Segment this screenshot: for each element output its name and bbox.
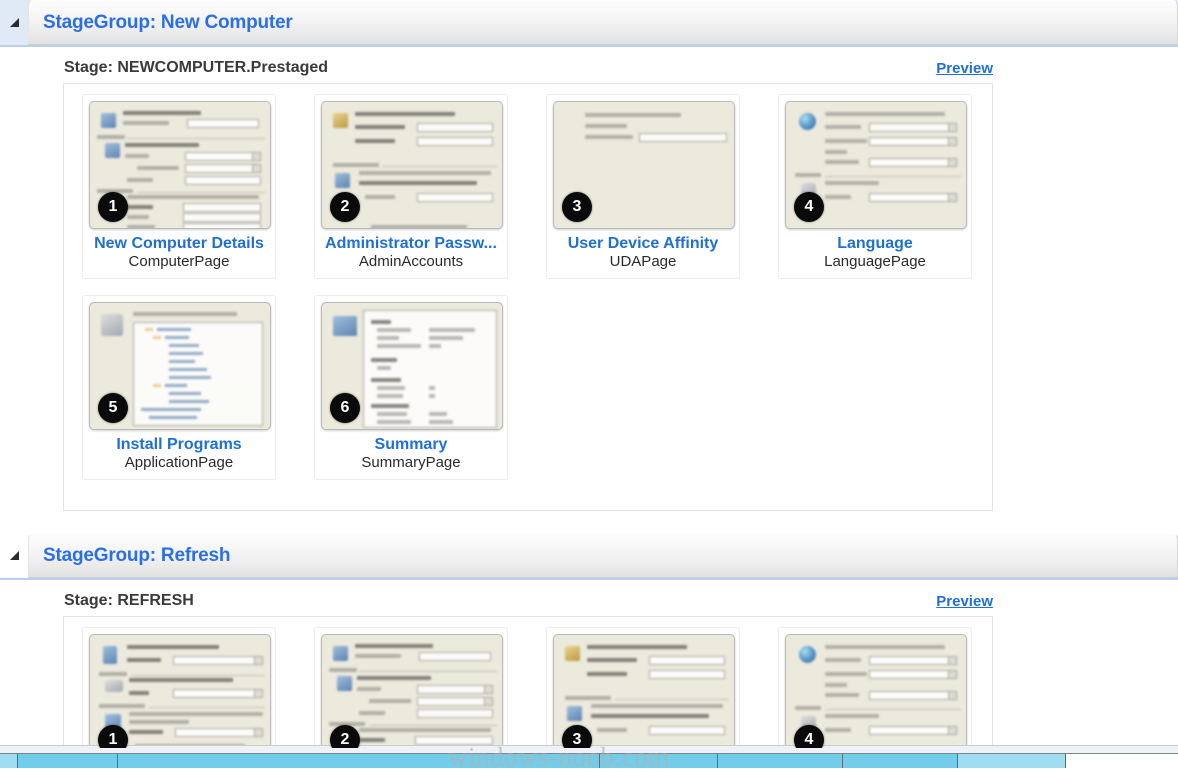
stage-card-subtitle: ComputerPage bbox=[128, 253, 230, 270]
stage-card-language[interactable]: 4 Language LanguagePage bbox=[778, 94, 972, 279]
table-cell-empty bbox=[1066, 754, 1178, 768]
table-cell[interactable] bbox=[958, 754, 1066, 768]
stage-thumbnail-container-refresh: 1 Volume bbox=[63, 616, 993, 748]
stage-group-band-refresh: StageGroup: Refresh bbox=[0, 533, 1178, 578]
preview-link-newcomputer[interactable]: Preview bbox=[936, 60, 993, 77]
stage-card-title: Language bbox=[837, 235, 913, 252]
stage-card-thumbnail: 5 bbox=[89, 302, 271, 430]
stage-card-number-badge: 2 bbox=[330, 725, 360, 748]
stage-card-thumbnail: 3 bbox=[553, 634, 735, 748]
table-cell[interactable] bbox=[18, 754, 118, 768]
stage-group-header-refresh[interactable]: StageGroup: Refresh bbox=[28, 533, 1178, 578]
stage-card-title: Administrator Passw... bbox=[325, 235, 497, 252]
stage-card-title: Install Programs bbox=[116, 436, 242, 453]
stage-card-new-computer-details-refresh[interactable]: 2 New Computer Details bbox=[314, 627, 508, 748]
table-cell[interactable] bbox=[718, 754, 843, 768]
stage-card-number-badge: 1 bbox=[98, 725, 128, 748]
stage-title-row: Stage: REFRESH Preview bbox=[0, 580, 1178, 616]
stage-card-title: User Device Affinity bbox=[567, 235, 719, 252]
stage-card-user-device-affinity[interactable]: 3 User Device Affinity UDAPage bbox=[546, 94, 740, 279]
stage-group-header-new-computer[interactable]: StageGroup: New Computer bbox=[28, 0, 1178, 45]
stage-card-number-badge: 3 bbox=[562, 725, 592, 748]
stage-card-volume[interactable]: 1 Volume bbox=[82, 627, 276, 748]
stage-section-newcomputer-prestaged: Stage: NEWCOMPUTER.Prestaged Preview 1 N… bbox=[0, 47, 1178, 511]
stage-card-subtitle: AdminAccounts bbox=[358, 253, 464, 270]
triangle-collapse-icon bbox=[9, 18, 19, 27]
stage-card-language-refresh[interactable]: 4 Language bbox=[778, 627, 972, 748]
stage-group-title: StageGroup: New Computer bbox=[43, 11, 293, 33]
stage-thumbnail-container-newcomputer: 1 New Computer Details ComputerPage 2 Ad… bbox=[63, 83, 993, 511]
table-row-selected[interactable] bbox=[0, 753, 1178, 768]
stage-card-thumbnail: 4 bbox=[785, 101, 967, 229]
thumbnail-grid-refresh: 1 Volume bbox=[82, 627, 988, 748]
group-spacer bbox=[0, 511, 1178, 533]
stage-title-row: Stage: NEWCOMPUTER.Prestaged Preview bbox=[0, 47, 1178, 83]
stage-card-number-badge: 1 bbox=[98, 192, 128, 222]
table-cell[interactable] bbox=[600, 754, 718, 768]
bottom-table-strip bbox=[0, 745, 1178, 768]
stage-card-thumbnail: 3 bbox=[553, 101, 735, 229]
table-cell[interactable] bbox=[0, 754, 18, 768]
stage-card-subtitle: UDAPage bbox=[609, 253, 677, 270]
table-cell[interactable] bbox=[118, 754, 600, 768]
stage-card-number-badge: 2 bbox=[330, 192, 360, 222]
stage-card-number-badge: 5 bbox=[98, 393, 128, 423]
stage-card-new-computer-details[interactable]: 1 New Computer Details ComputerPage bbox=[82, 94, 276, 279]
stage-group-band-new-computer: StageGroup: New Computer bbox=[0, 0, 1178, 45]
page-scroll-area[interactable]: StageGroup: New Computer Stage: NEWCOMPU… bbox=[0, 0, 1178, 748]
stage-label: Stage: NEWCOMPUTER.Prestaged bbox=[64, 59, 329, 76]
stage-card-subtitle: SummaryPage bbox=[361, 454, 461, 471]
stage-card-thumbnail: 2 bbox=[321, 634, 503, 748]
stage-card-number-badge: 3 bbox=[562, 192, 592, 222]
stage-card-install-programs[interactable]: 5 Install Programs ApplicationPage bbox=[82, 295, 276, 480]
stage-card-thumbnail: 1 bbox=[89, 634, 271, 748]
triangle-collapse-icon bbox=[9, 551, 19, 560]
stage-card-summary[interactable]: 6 Summary SummaryPage bbox=[314, 295, 508, 480]
stage-card-number-badge: 4 bbox=[794, 192, 824, 222]
thumbnail-grid-newcomputer: 1 New Computer Details ComputerPage 2 Ad… bbox=[82, 94, 988, 496]
stage-card-thumbnail: 6 bbox=[321, 302, 503, 430]
stage-group-collapse-toggle-refresh[interactable] bbox=[0, 533, 28, 578]
stage-card-subtitle: LanguagePage bbox=[824, 253, 926, 270]
stage-card-title: Summary bbox=[374, 436, 448, 453]
preview-link-refresh[interactable]: Preview bbox=[936, 593, 993, 610]
stage-group-collapse-toggle-new-computer[interactable] bbox=[0, 0, 28, 45]
stage-card-administrator-password-refresh[interactable]: 3 Administrator Passw... bbox=[546, 627, 740, 748]
stage-label: Stage: REFRESH bbox=[64, 592, 194, 609]
stage-card-thumbnail: 4 bbox=[785, 634, 967, 748]
stage-card-number-badge: 4 bbox=[794, 725, 824, 748]
stage-card-administrator-password[interactable]: 2 Administrator Passw... AdminAccounts bbox=[314, 94, 508, 279]
stage-card-title: New Computer Details bbox=[94, 235, 264, 252]
stage-card-subtitle: ApplicationPage bbox=[124, 454, 234, 471]
stage-card-thumbnail: 2 bbox=[321, 101, 503, 229]
stage-card-thumbnail: 1 bbox=[89, 101, 271, 229]
stage-section-refresh: Stage: REFRESH Preview 1 2 3 4 bbox=[0, 580, 1178, 748]
stage-group-title: StageGroup: Refresh bbox=[43, 544, 231, 566]
table-cell[interactable] bbox=[843, 754, 958, 768]
stage-card-number-badge: 6 bbox=[330, 393, 360, 423]
